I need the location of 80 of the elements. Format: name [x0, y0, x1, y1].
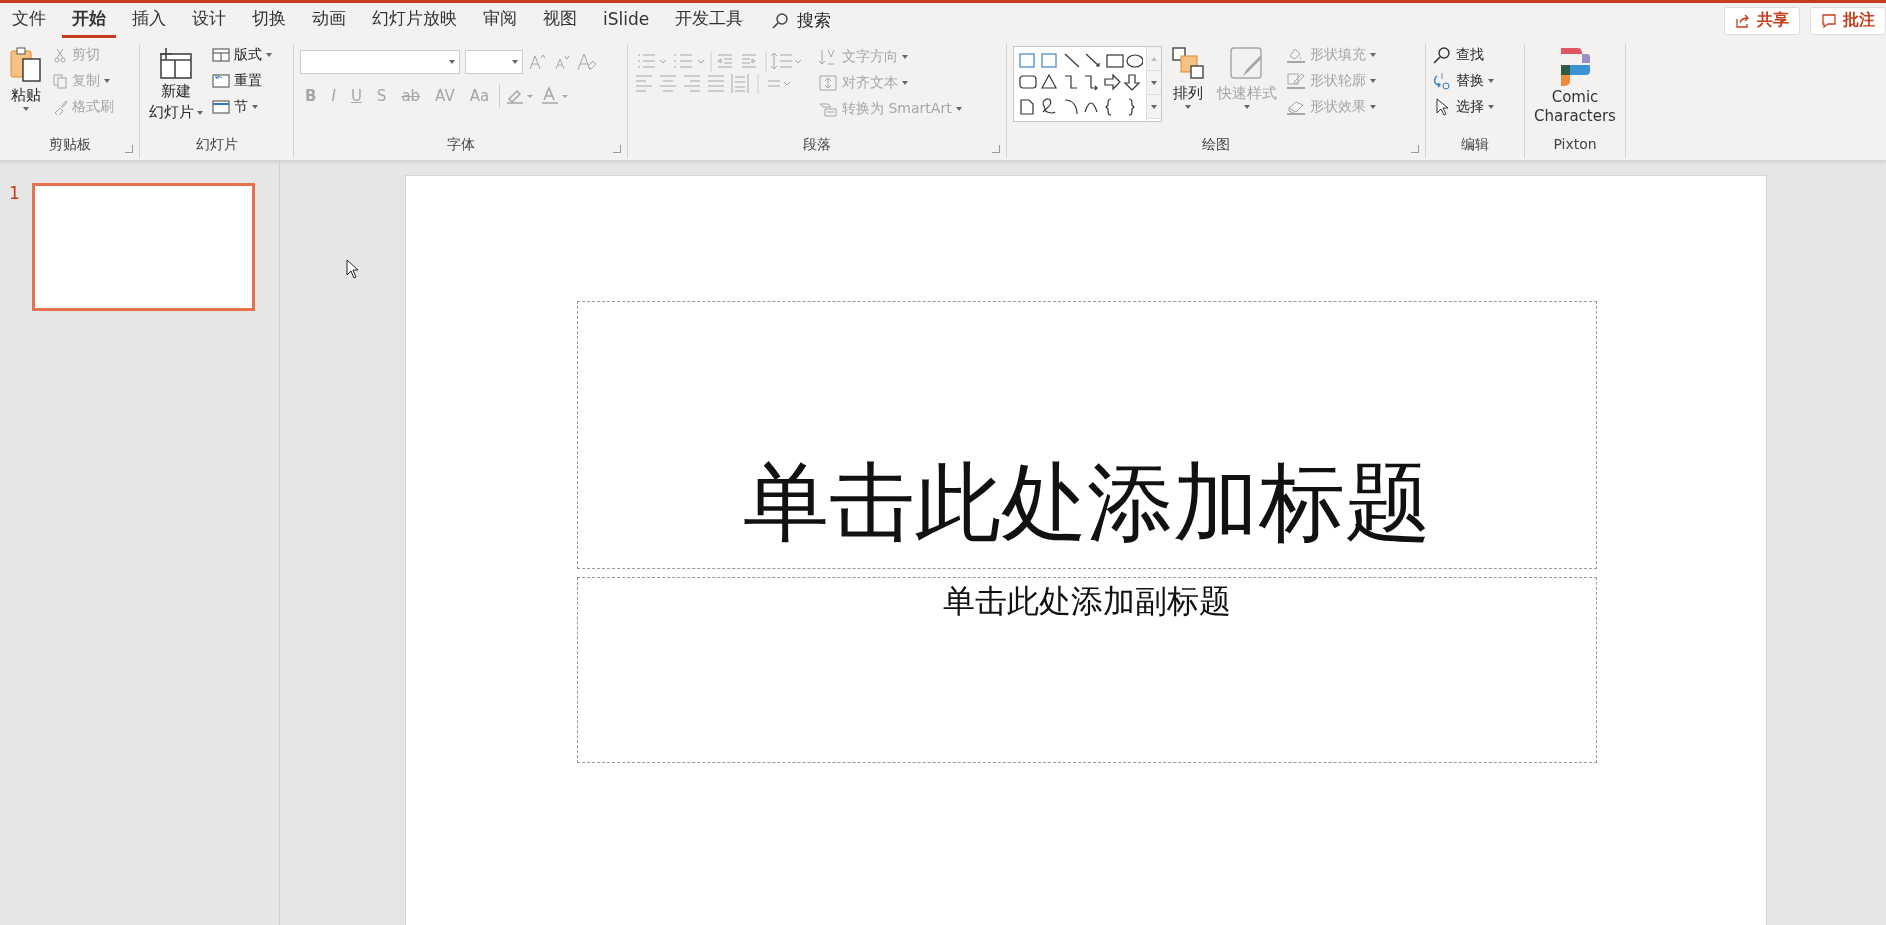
caret-icon [252, 105, 258, 109]
text-tool-icon [818, 100, 838, 118]
slide-action[interactable]: 重置 [212, 70, 272, 92]
header-action-button[interactable]: 共享 [1724, 6, 1800, 35]
search-icon [771, 11, 790, 30]
group-label: 剪贴板 [48, 136, 91, 154]
shapes-gallery[interactable] [1013, 46, 1162, 122]
clipboard-icon [9, 46, 43, 84]
header-action-button[interactable]: 批注 [1810, 6, 1886, 35]
slide-action[interactable]: 节 [212, 96, 272, 118]
subtitle-placeholder-text: 单击此处添加副标题 [943, 581, 1231, 622]
caret-icon [197, 110, 203, 115]
mouse-cursor-icon [346, 259, 360, 279]
slide-number: 1 [9, 183, 20, 205]
replace-icon [1432, 72, 1452, 90]
ribbon-tab[interactable]: 视图 [533, 3, 587, 38]
comment-icon [1821, 12, 1837, 29]
editing-action[interactable]: 查找 [1432, 44, 1494, 66]
ribbon-tab[interactable]: 设计 [182, 3, 236, 38]
group-label: Pixton [1553, 136, 1597, 154]
group-label: 段落 [803, 136, 831, 154]
subtitle-placeholder[interactable]: 单击此处添加副标题 [577, 577, 1597, 763]
group-label: 编辑 [1461, 136, 1489, 154]
ribbon-tab[interactable]: iSlide [593, 4, 660, 37]
clipboard-tool-icon [52, 73, 68, 89]
gallery-more-button[interactable] [1147, 95, 1161, 119]
new-slide-button[interactable]: 新建 幻灯片 [146, 44, 206, 124]
ribbon-tab[interactable]: 动画 [302, 3, 356, 38]
clipboard-tool-icon [52, 47, 68, 63]
ribbon-tab[interactable]: 开发工具 [665, 3, 754, 38]
caret-icon [512, 60, 518, 64]
caret-icon [955, 107, 962, 111]
pixton-logo-icon [1559, 46, 1591, 88]
search-icon [1432, 46, 1452, 64]
slide-layout-icon [212, 47, 230, 63]
ribbon-tab[interactable]: 审阅 [473, 3, 527, 38]
caret-icon [1370, 53, 1376, 57]
slide-layout-icon [212, 73, 230, 89]
caret-icon [1488, 105, 1494, 109]
caret-icon [1370, 79, 1376, 83]
caret-icon [23, 107, 29, 111]
slide-layout-icon [212, 99, 230, 115]
title-placeholder[interactable]: 单击此处添加标题 [577, 301, 1597, 569]
caret-icon [266, 53, 272, 57]
caret-icon [449, 60, 455, 64]
ribbon-tab[interactable]: 插入 [122, 3, 176, 38]
ribbon-tab[interactable]: 文件 [2, 3, 56, 38]
arrange-icon [1171, 46, 1205, 82]
share-icon [1735, 12, 1751, 29]
caret-icon [1370, 105, 1376, 109]
ribbon-tab[interactable]: 幻灯片放映 [362, 3, 467, 38]
group-label: 绘图 [1202, 136, 1230, 154]
group-label: 幻灯片 [195, 136, 238, 154]
caret-icon [902, 55, 908, 59]
shape-format-icon [1286, 46, 1306, 64]
caret-icon [104, 79, 110, 83]
clipboard-tool-icon [52, 99, 68, 115]
gallery-down-button[interactable] [1147, 71, 1161, 95]
slide-thumbnail[interactable] [31, 183, 255, 311]
editing-action[interactable]: 选择 [1432, 96, 1494, 118]
caret-icon [1185, 105, 1191, 109]
dialog-launcher-icon[interactable] [1411, 145, 1419, 153]
paste-button[interactable]: 粘贴 [6, 44, 46, 113]
caret-icon [902, 81, 908, 85]
caret-icon [1244, 105, 1250, 109]
shapes-drawing[interactable] [1017, 50, 1143, 118]
title-placeholder-text: 单击此处添加标题 [743, 451, 1431, 554]
shape-format-icon [1286, 72, 1306, 90]
editing-action[interactable]: 替换 [1432, 70, 1494, 92]
search-field[interactable]: 搜索 [771, 9, 832, 32]
dialog-launcher-icon[interactable] [125, 145, 133, 153]
comic-characters-button[interactable]: Comic Characters [1531, 44, 1619, 128]
new-slide-icon [158, 46, 194, 80]
arrange-button[interactable]: 排列 [1168, 44, 1208, 111]
ribbon-tab[interactable]: 切换 [242, 3, 296, 38]
text-tool-icon [818, 74, 838, 92]
slide-action[interactable]: 版式 [212, 44, 272, 66]
group-label: 字体 [446, 136, 475, 154]
caret-icon [1488, 79, 1494, 83]
brush-icon [1229, 46, 1265, 82]
